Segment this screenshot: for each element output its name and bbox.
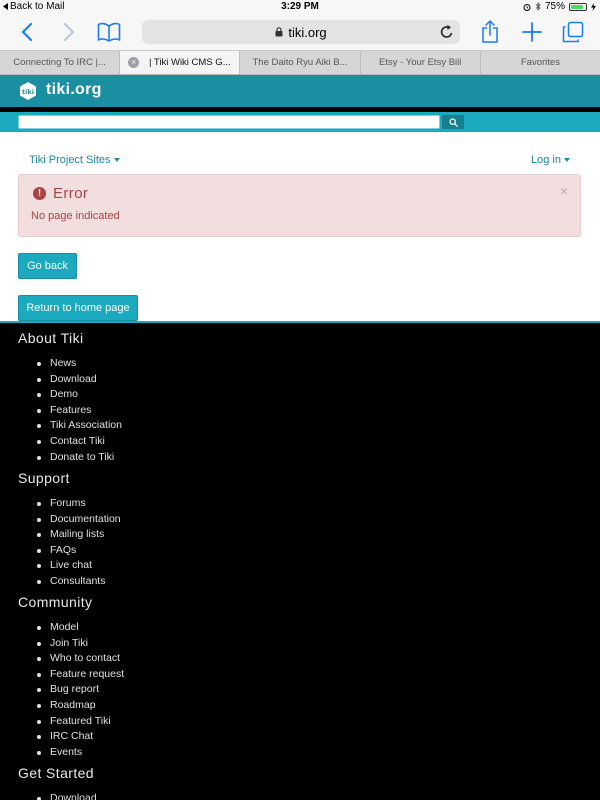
footer-heading: Support	[18, 470, 70, 486]
footer-section-community: Community Model Join Tiki Who to contact…	[18, 591, 124, 760]
footer-link[interactable]: Join Tiki	[18, 636, 124, 652]
back-button[interactable]	[12, 17, 42, 47]
footer-link[interactable]: Tiki Association	[18, 418, 122, 434]
footer-section-about: About Tiki News Download Demo Features T…	[18, 327, 122, 465]
footer-link[interactable]: Events	[18, 745, 124, 761]
share-icon	[482, 20, 498, 43]
site-footer: About Tiki News Download Demo Features T…	[0, 323, 600, 800]
footer-link[interactable]: Features	[18, 403, 122, 419]
chevron-left-icon	[21, 22, 33, 42]
site-header: tiki tiki.org	[0, 75, 600, 107]
tab-etsy[interactable]: Etsy - Your Etsy Bill	[361, 51, 481, 74]
footer-link[interactable]: Who to contact	[18, 651, 124, 667]
tab-irc[interactable]: Connecting To IRC |...	[0, 51, 121, 74]
footer-link[interactable]: Donate to Tiki	[18, 450, 122, 466]
tab-label: Etsy - Your Etsy Bill	[379, 57, 462, 68]
bluetooth-icon	[535, 2, 541, 11]
reload-icon[interactable]	[440, 24, 454, 40]
battery-icon	[569, 2, 587, 11]
search-icon	[448, 117, 458, 127]
charging-icon	[591, 2, 596, 11]
footer-link[interactable]: Feature request	[18, 667, 124, 683]
footer-list: Download	[18, 791, 97, 800]
footer-link[interactable]: News	[18, 356, 122, 372]
browser-toolbar: tiki.org	[0, 14, 600, 50]
login-label: Log in	[531, 154, 561, 166]
footer-link[interactable]: Download	[18, 372, 122, 388]
search-band	[0, 112, 600, 132]
forward-button[interactable]	[54, 17, 84, 47]
tabs-overview-button[interactable]	[558, 17, 588, 47]
footer-link[interactable]: Download	[18, 791, 97, 800]
site-title[interactable]: tiki.org	[46, 81, 102, 99]
close-tab-icon[interactable]: ×	[128, 57, 140, 68]
caret-down-icon	[564, 158, 570, 163]
tab-daito-ryu[interactable]: The Daito Ryu Aiki B...	[240, 51, 361, 74]
caret-down-icon	[113, 158, 120, 163]
tabs-icon	[562, 21, 584, 43]
project-sites-label: Tiki Project Sites	[29, 154, 111, 166]
battery-percent: 75%	[544, 1, 565, 12]
tab-favorites[interactable]: Favorites	[481, 51, 600, 74]
footer-link[interactable]: Demo	[18, 387, 122, 403]
chevron-right-icon	[63, 22, 75, 42]
tab-tiki-active[interactable]: × | Tiki Wiki CMS G...	[120, 51, 241, 74]
footer-heading: Community	[18, 594, 93, 610]
new-tab-button[interactable]	[517, 17, 547, 47]
exclamation-icon: !	[33, 187, 46, 200]
footer-link[interactable]: Consultants	[18, 574, 121, 590]
footer-link[interactable]: Model	[18, 620, 124, 636]
return-home-button[interactable]: Return to home page	[18, 295, 138, 321]
go-back-button[interactable]: Go back	[18, 253, 77, 279]
tab-label: The Daito Ryu Aiki B...	[252, 57, 348, 68]
tiki-logo[interactable]: tiki	[18, 81, 38, 101]
close-icon[interactable]: ×	[560, 183, 568, 199]
tab-label: Favorites	[520, 57, 560, 68]
footer-link[interactable]: FAQs	[18, 543, 121, 559]
footer-link[interactable]: Documentation	[18, 512, 121, 528]
plus-icon	[522, 22, 542, 42]
logo-text: tiki	[22, 88, 34, 96]
footer-heading: About Tiki	[18, 330, 84, 346]
footer-list: Model Join Tiki Who to contact Feature r…	[18, 620, 124, 760]
alert-message: No page indicated	[31, 210, 120, 222]
footer-link[interactable]: Roadmap	[18, 698, 124, 714]
footer-section-support: Support Forums Documentation Mailing lis…	[18, 467, 121, 590]
search-button[interactable]	[442, 115, 464, 129]
tab-label: | Tiki Wiki CMS G...	[148, 57, 231, 68]
footer-link[interactable]: IRC Chat	[18, 729, 124, 745]
status-time: 3:29 PM	[281, 1, 319, 12]
bookmarks-button[interactable]	[94, 17, 124, 47]
tab-bar: Connecting To IRC |... × | Tiki Wiki CMS…	[0, 50, 600, 75]
footer-link[interactable]: Featured Tiki	[18, 714, 124, 730]
footer-link[interactable]: Contact Tiki	[18, 434, 122, 450]
footer-list: News Download Demo Features Tiki Associa…	[18, 356, 122, 465]
footer-section-get-started: Get Started Download	[18, 762, 97, 800]
book-icon	[97, 22, 121, 42]
login-dropdown[interactable]: Log in	[531, 154, 570, 166]
address-bar[interactable]: tiki.org	[142, 20, 460, 44]
search-input[interactable]	[18, 115, 440, 129]
alarm-icon	[523, 3, 531, 11]
error-alert: ! Error No page indicated ×	[18, 174, 581, 237]
status-right: 75%	[523, 1, 596, 12]
footer-link[interactable]: Bug report	[18, 682, 124, 698]
tab-label: Connecting To IRC |...	[13, 57, 106, 68]
url-text: tiki.org	[288, 24, 327, 40]
footer-link[interactable]: Forums	[18, 496, 121, 512]
battery-level	[571, 4, 583, 9]
footer-link[interactable]: Live chat	[18, 558, 121, 574]
main-content: Tiki Project Sites Log in ! Error No pag…	[0, 132, 600, 321]
lock-icon	[275, 27, 283, 37]
footer-heading: Get Started	[18, 765, 94, 781]
project-sites-dropdown[interactable]: Tiki Project Sites	[29, 154, 120, 166]
share-button[interactable]	[475, 17, 505, 47]
alert-title: Error	[53, 185, 89, 202]
footer-list: Forums Documentation Mailing lists FAQs …	[18, 496, 121, 590]
footer-link[interactable]: Mailing lists	[18, 527, 121, 543]
status-bar: Back to Mail 3:29 PM 75%	[0, 0, 600, 14]
